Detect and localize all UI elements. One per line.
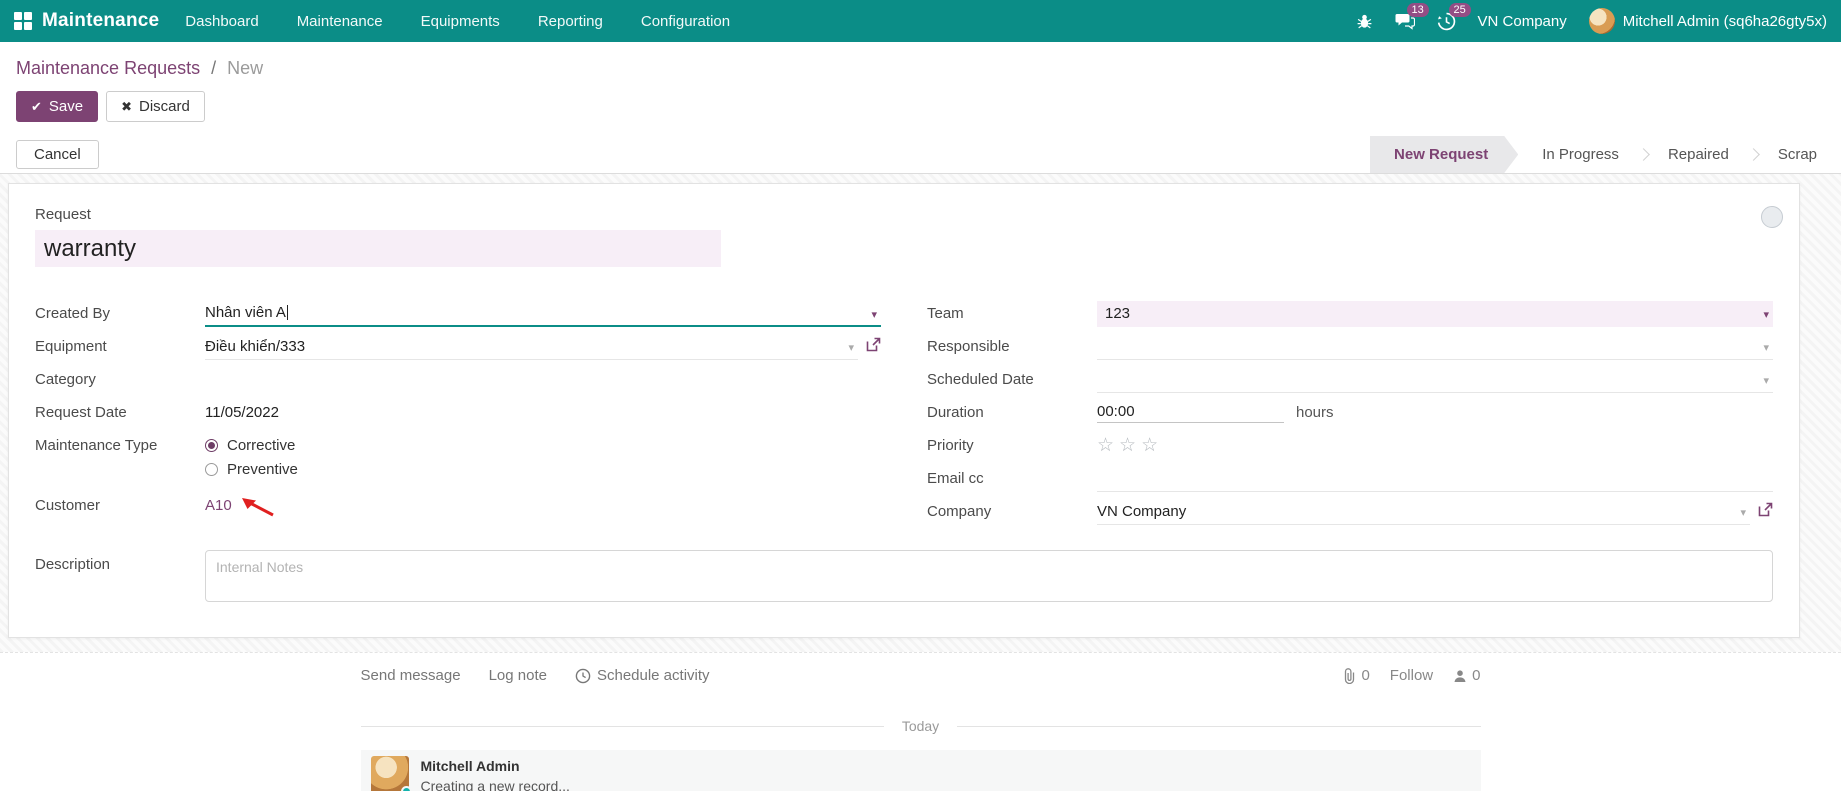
breadcrumb-current: New — [227, 58, 263, 78]
log-note-button[interactable]: Log note — [489, 667, 547, 684]
menu-reporting[interactable]: Reporting — [538, 13, 603, 30]
category-label: Category — [35, 371, 205, 388]
company-label: Company — [927, 503, 1097, 520]
chevron-down-icon[interactable]: ▾ — [1763, 341, 1769, 354]
sheet-background: Request Created By Nhân viên A ▾ Equipme… — [0, 174, 1841, 652]
equipment-label: Equipment — [35, 338, 205, 355]
chatter-message: Mitchell Admin Creating a new record... — [361, 750, 1481, 791]
duration-unit: hours — [1296, 404, 1334, 421]
created-by-input[interactable]: Nhân viên A ▾ — [205, 301, 881, 327]
user-avatar — [1589, 8, 1615, 34]
activities-badge: 25 — [1449, 3, 1471, 17]
description-textarea[interactable] — [205, 550, 1773, 602]
star-icon[interactable]: ☆ — [1119, 434, 1136, 457]
status-new-request[interactable]: New Request — [1370, 136, 1518, 173]
message-author[interactable]: Mitchell Admin — [421, 758, 570, 774]
breadcrumb-parent[interactable]: Maintenance Requests — [16, 58, 200, 78]
category-input[interactable] — [205, 367, 881, 393]
email-cc-input[interactable] — [1097, 466, 1773, 492]
radio-unselected-icon — [205, 463, 218, 476]
chevron-down-icon[interactable]: ▾ — [871, 308, 877, 321]
statusbar: New Request In Progress Repaired Scrap — [1370, 136, 1841, 173]
radio-selected-icon — [205, 439, 218, 452]
duration-label: Duration — [927, 404, 1097, 421]
red-annotation-arrow — [240, 496, 276, 522]
chevron-down-icon[interactable]: ▾ — [1763, 308, 1769, 321]
close-icon: ✖ — [121, 99, 132, 115]
follow-button[interactable]: Follow — [1390, 667, 1433, 684]
request-label: Request — [35, 206, 1773, 223]
customer-label: Customer — [35, 497, 205, 514]
save-button[interactable]: ✔ Save — [16, 91, 98, 122]
apps-grid-icon[interactable] — [14, 12, 32, 30]
date-divider: Today — [361, 718, 1481, 734]
breadcrumb-separator: / — [211, 58, 216, 78]
menu-maintenance[interactable]: Maintenance — [297, 13, 383, 30]
maintenance-type-label: Maintenance Type — [35, 437, 205, 454]
status-repaired[interactable]: Repaired — [1644, 136, 1753, 173]
email-cc-label: Email cc — [927, 470, 1097, 487]
discard-button[interactable]: ✖ Discard — [106, 91, 205, 122]
radio-corrective[interactable]: Corrective — [205, 437, 295, 454]
breadcrumb: Maintenance Requests / New — [0, 42, 1841, 79]
menu-equipments[interactable]: Equipments — [421, 13, 500, 30]
radio-preventive[interactable]: Preventive — [205, 461, 298, 478]
check-icon: ✔ — [31, 99, 42, 115]
followers-button[interactable]: 0 — [1453, 667, 1480, 684]
paperclip-icon — [1342, 668, 1356, 684]
status-scrap[interactable]: Scrap — [1754, 136, 1841, 173]
star-icon[interactable]: ☆ — [1097, 434, 1114, 457]
priority-label: Priority — [927, 437, 1097, 454]
duration-input[interactable]: 00:00 — [1097, 403, 1284, 423]
customer-value[interactable]: A10 — [205, 490, 881, 522]
chevron-down-icon[interactable]: ▾ — [1740, 506, 1746, 519]
chevron-down-icon[interactable]: ▾ — [848, 341, 854, 354]
top-navbar: Maintenance Dashboard Maintenance Equipm… — [0, 0, 1841, 42]
attachments-button[interactable]: 0 — [1342, 667, 1369, 684]
clock-icon — [575, 668, 591, 684]
company-input[interactable]: VN Company ▾ — [1097, 499, 1750, 525]
online-status-dot — [401, 786, 412, 791]
responsible-input[interactable]: ▾ — [1097, 334, 1773, 360]
message-body: Creating a new record... — [421, 778, 570, 791]
person-icon — [1453, 669, 1467, 683]
user-menu[interactable]: Mitchell Admin (sq6ha26gty5x) — [1589, 8, 1827, 34]
external-link-icon[interactable] — [866, 337, 881, 357]
user-name: Mitchell Admin (sq6ha26gty5x) — [1623, 13, 1827, 30]
form-sheet: Request Created By Nhân viên A ▾ Equipme… — [8, 183, 1800, 638]
text-cursor — [287, 305, 288, 320]
activity-state-icon[interactable] — [1761, 206, 1783, 228]
status-in-progress[interactable]: In Progress — [1518, 136, 1643, 173]
send-message-button[interactable]: Send message — [361, 667, 461, 684]
schedule-activity-button[interactable]: Schedule activity — [575, 667, 710, 684]
scheduled-date-label: Scheduled Date — [927, 371, 1097, 388]
company-switcher[interactable]: VN Company — [1478, 13, 1567, 30]
responsible-label: Responsible — [927, 338, 1097, 355]
chevron-down-icon[interactable]: ▾ — [1763, 374, 1769, 387]
description-label: Description — [35, 550, 205, 573]
main-menu: Dashboard Maintenance Equipments Reporti… — [185, 13, 730, 30]
created-by-label: Created By — [35, 305, 205, 322]
team-input[interactable]: 123 ▾ — [1097, 301, 1773, 327]
star-icon[interactable]: ☆ — [1141, 434, 1158, 457]
request-input[interactable] — [35, 230, 721, 267]
app-brand[interactable]: Maintenance — [42, 10, 159, 32]
menu-configuration[interactable]: Configuration — [641, 13, 730, 30]
chatter: Send message Log note Schedule activity … — [0, 652, 1841, 791]
equipment-input[interactable]: Điều khiển/333 ▾ — [205, 334, 858, 360]
activities-clock-icon[interactable]: 25 — [1437, 12, 1456, 31]
cancel-button[interactable]: Cancel — [16, 140, 99, 169]
menu-dashboard[interactable]: Dashboard — [185, 13, 258, 30]
scheduled-date-input[interactable]: ▾ — [1097, 367, 1773, 393]
messages-badge: 13 — [1407, 3, 1429, 17]
request-date-value[interactable]: 11/05/2022 — [205, 400, 881, 426]
team-label: Team — [927, 305, 1097, 322]
message-avatar — [371, 756, 409, 791]
priority-stars: ☆ ☆ ☆ — [1097, 434, 1158, 457]
debug-bug-icon[interactable] — [1356, 13, 1373, 30]
request-date-label: Request Date — [35, 404, 205, 421]
external-link-icon[interactable] — [1758, 502, 1773, 522]
messages-icon[interactable]: 13 — [1395, 12, 1415, 30]
